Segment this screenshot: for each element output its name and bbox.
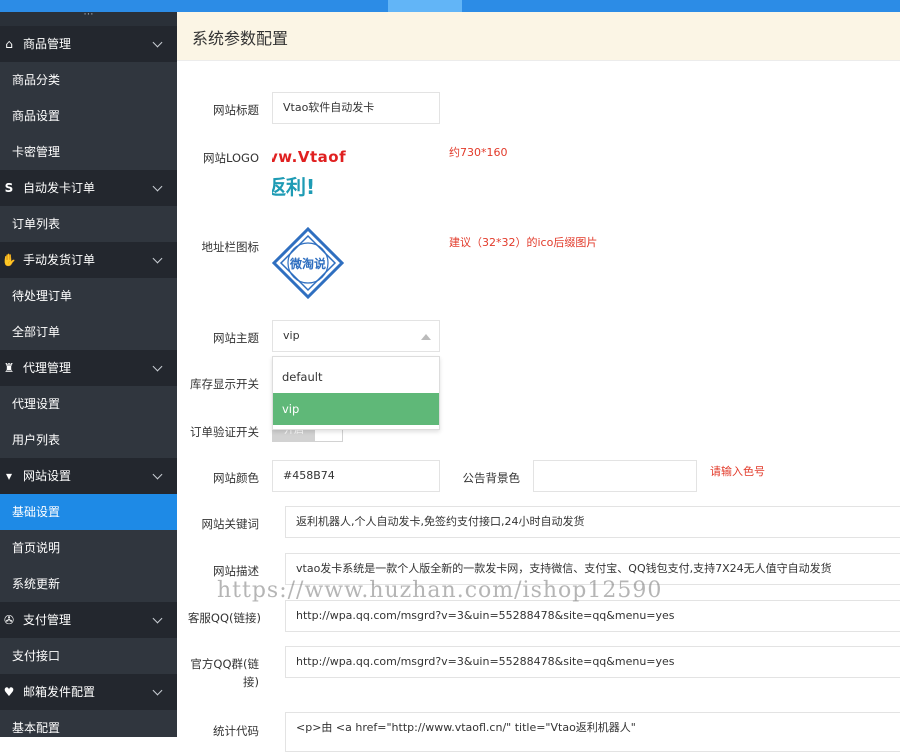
sidebar-item-goods-management[interactable]: ⌂ 商品管理 [0, 26, 177, 62]
chevron-down-icon [152, 613, 163, 624]
logo-text-line1: vw.VtaofL. [272, 148, 347, 166]
sidebar-item-order-list[interactable]: 订单列表 [0, 206, 177, 242]
sidebar-item-agent-settings[interactable]: 代理设置 [0, 386, 177, 422]
sidebar-item-card-management[interactable]: 卡密管理 [0, 134, 177, 170]
description-label: 网站描述 [213, 564, 259, 578]
theme-option-vip[interactable]: vip [273, 393, 439, 425]
chevron-down-icon [152, 469, 163, 480]
color-hint: 请输入色号 [710, 465, 765, 478]
theme-select[interactable]: vip [272, 320, 440, 352]
theme-label: 网站主题 [213, 331, 259, 345]
sidebar-item-label: 首页说明 [12, 541, 61, 555]
favicon-image[interactable]: 微淘说 [271, 226, 345, 300]
sidebar-item-goods-settings[interactable]: 商品设置 [0, 98, 177, 134]
top-nav-active-tab[interactable] [388, 0, 462, 12]
sidebar: ⋯ ⌂ 商品管理 商品分类 商品设置 卡密管理 S 自动发卡订单 订单列表 ✋ … [0, 12, 177, 737]
favicon-size-hint: 建议（32*32）的ico后缀图片 [449, 236, 598, 249]
sidebar-collapse-icon[interactable]: ⋯ [0, 12, 177, 26]
top-nav-bar [0, 0, 900, 12]
theme-option-default[interactable]: default [273, 361, 439, 393]
logo-size-hint: 约730*160 [449, 146, 508, 159]
sidebar-item-basic-config[interactable]: 基本配置 [0, 710, 177, 737]
sidebar-item-label: 用户列表 [12, 433, 61, 447]
hand-icon: ✋ [1, 253, 17, 267]
sidebar-item-site-settings[interactable]: ▾ 网站设置 [0, 458, 177, 494]
page-header: 系统参数配置 [177, 12, 900, 61]
stats-code-textarea[interactable]: <p>由 <a href="http://www.vtaofl.cn/" tit… [285, 712, 900, 752]
sidebar-item-goods-category[interactable]: 商品分类 [0, 62, 177, 98]
heartbeat-icon: ♥ [3, 685, 15, 699]
sidebar-item-label: 商品管理 [23, 37, 72, 51]
favicon-text: 微淘说 [289, 257, 326, 271]
sidebar-item-label: 支付接口 [12, 649, 61, 663]
radiation-icon: ✇ [3, 613, 15, 627]
sidebar-item-label: 卡密管理 [12, 145, 61, 159]
sidebar-item-basic-settings[interactable]: 基础设置 [0, 494, 177, 530]
sidebar-item-label: 待处理订单 [12, 289, 73, 303]
s-logo-icon: S [4, 181, 14, 195]
qq-link-input[interactable]: http://wpa.qq.com/msgrd?v=3&uin=55288478… [285, 600, 900, 632]
site-title-label: 网站标题 [213, 103, 259, 117]
chevron-down-icon [152, 361, 163, 372]
sidebar-item-home-notes[interactable]: 首页说明 [0, 530, 177, 566]
sidebar-item-label: 邮箱发件配置 [23, 685, 96, 699]
sidebar-item-label: 基本配置 [12, 721, 61, 735]
sidebar-item-label: 商品设置 [12, 109, 61, 123]
main-content: 系统参数配置 网站标题 Vtao软件自动发卡 网站LOGO vw.VtaofL.… [177, 12, 900, 752]
keywords-label: 网站关键词 [201, 517, 260, 531]
logo-text-line2: 返利! [272, 175, 316, 199]
site-color-input[interactable]: #458B74 [272, 460, 440, 492]
qq-link-label: 客服QQ(链接) [187, 611, 261, 625]
description-input[interactable]: vtao发卡系统是一款个人版全新的一款发卡网，支持微信、支付宝、QQ钱包支付,支… [285, 553, 900, 585]
sidebar-item-all-orders[interactable]: 全部订单 [0, 314, 177, 350]
notice-bg-input[interactable] [533, 460, 697, 492]
sidebar-item-auto-orders[interactable]: S 自动发卡订单 [0, 170, 177, 206]
binoculars-icon: ♜ [3, 361, 15, 375]
shirt-icon: ▾ [5, 469, 13, 483]
sidebar-item-label: 手动发货订单 [23, 253, 96, 267]
chevron-down-icon [152, 685, 163, 696]
qq-group-input[interactable]: http://wpa.qq.com/msgrd?v=3&uin=55288478… [285, 646, 900, 678]
sidebar-item-label: 订单列表 [12, 217, 61, 231]
sidebar-item-label: 网站设置 [23, 469, 72, 483]
theme-dropdown: default vip [272, 356, 440, 430]
notice-bg-label: 公告背景色 [462, 471, 521, 485]
site-title-input[interactable]: Vtao软件自动发卡 [272, 92, 440, 124]
sidebar-item-label: 代理管理 [23, 361, 72, 375]
sidebar-item-pending-orders[interactable]: 待处理订单 [0, 278, 177, 314]
sidebar-item-manual-orders[interactable]: ✋ 手动发货订单 [0, 242, 177, 278]
theme-select-value: vip [283, 329, 300, 342]
sidebar-item-label: 基础设置 [12, 505, 61, 519]
favicon-label: 地址栏图标 [201, 240, 260, 254]
sidebar-item-label: 系统更新 [12, 577, 61, 591]
chevron-down-icon [152, 253, 163, 264]
chevron-down-icon [152, 37, 163, 48]
sidebar-item-system-update[interactable]: 系统更新 [0, 566, 177, 602]
sidebar-item-label: 支付管理 [23, 613, 72, 627]
order-verify-label: 订单验证开关 [190, 425, 259, 439]
stock-display-label: 库存显示开关 [190, 377, 259, 391]
sidebar-item-agent-management[interactable]: ♜ 代理管理 [0, 350, 177, 386]
site-color-label: 网站颜色 [213, 471, 259, 485]
sidebar-item-label: 商品分类 [12, 73, 61, 87]
site-logo-label: 网站LOGO [202, 151, 259, 165]
chevron-down-icon [152, 181, 163, 192]
shop-icon: ⌂ [5, 37, 13, 51]
sidebar-item-mail-config[interactable]: ♥ 邮箱发件配置 [0, 674, 177, 710]
sidebar-item-label: 代理设置 [12, 397, 61, 411]
chevron-up-icon [421, 334, 431, 340]
sidebar-item-payment-management[interactable]: ✇ 支付管理 [0, 602, 177, 638]
sidebar-item-payment-api[interactable]: 支付接口 [0, 638, 177, 674]
keywords-input[interactable]: 返利机器人,个人自动发卡,免签约支付接口,24小时自动发货 [285, 506, 900, 538]
sidebar-item-label: 全部订单 [12, 325, 61, 339]
sidebar-item-user-list[interactable]: 用户列表 [0, 422, 177, 458]
sidebar-item-label: 自动发卡订单 [23, 181, 96, 195]
site-logo-image[interactable]: vw.VtaofL. 返利! [272, 146, 347, 200]
page-title: 系统参数配置 [192, 29, 289, 48]
qq-group-label: 官方QQ群(链接) [190, 657, 259, 689]
